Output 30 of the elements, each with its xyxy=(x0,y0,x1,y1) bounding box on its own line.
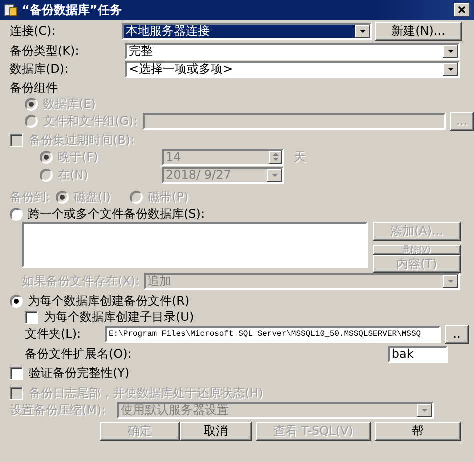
field-label: 连接(C): xyxy=(10,22,57,40)
field-label: 备份类型(K): xyxy=(10,42,80,60)
checkbox[interactable] xyxy=(10,366,23,380)
radio-button[interactable] xyxy=(10,208,23,220)
input-field[interactable] xyxy=(142,112,446,130)
button[interactable]: ... xyxy=(450,112,474,130)
field-label: 数据库(D): xyxy=(10,60,70,78)
dropdown[interactable]: 完整 xyxy=(125,42,460,60)
field-label: 为每个数据库创建子目录(U) xyxy=(44,308,194,326)
field-label: 验证备份完整性(Y) xyxy=(29,364,130,382)
input-field[interactable]: bak xyxy=(388,346,448,362)
spinner-icon[interactable] xyxy=(269,150,282,164)
field-label: 备份组件 xyxy=(10,80,58,96)
dropdown[interactable]: <选择一项或多项> xyxy=(125,60,460,78)
close-icon[interactable] xyxy=(454,3,470,17)
field-label: 备份文件扩展名(O): xyxy=(25,346,132,362)
button[interactable]: .. xyxy=(445,324,469,344)
field-label: 跨一个或多个文件备份数据库(S): xyxy=(28,206,206,222)
input-field[interactable]: E:\Program Files\Microsoft SQL Server\MSSQL10_50.MSSQLSERVER\MSSQ xyxy=(105,326,441,342)
field-label: 文件夹(L): xyxy=(25,326,82,342)
button[interactable]: 新建(N)... xyxy=(375,22,462,40)
window-title: “备份数据库”任务 xyxy=(22,2,123,18)
field-label: 为每个数据库创建备份文件(R) xyxy=(28,292,190,310)
file-list[interactable] xyxy=(22,222,368,268)
dropdown[interactable]: 本地服务器连接 xyxy=(122,22,372,40)
button[interactable]: 取消 xyxy=(180,422,252,440)
app-icon xyxy=(4,3,18,17)
button[interactable]: 帮 xyxy=(375,422,461,440)
checkbox[interactable] xyxy=(25,310,38,324)
radio-button[interactable] xyxy=(10,294,23,308)
